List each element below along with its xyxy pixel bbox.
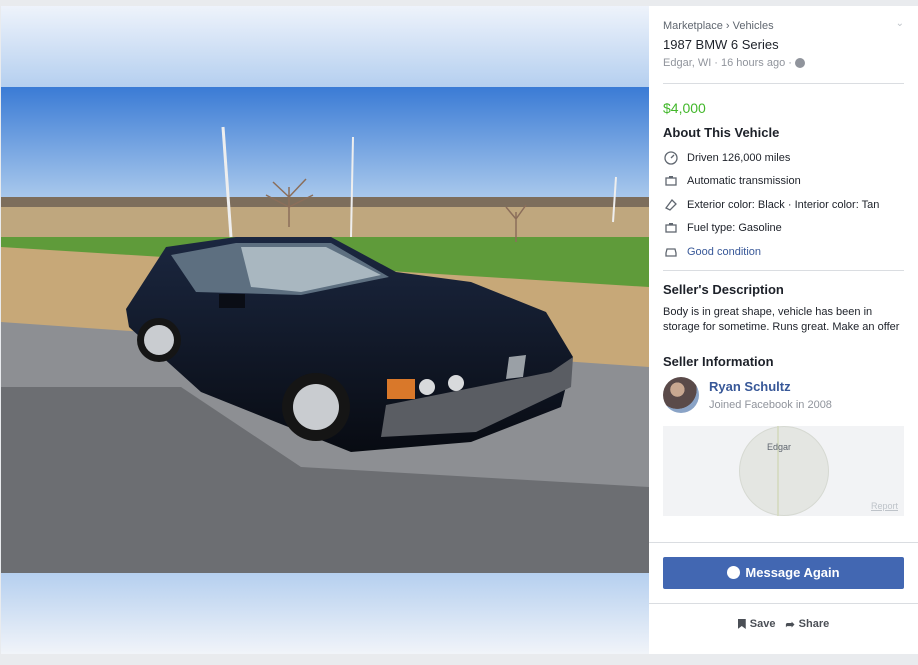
save-label: Save (749, 618, 776, 630)
map-label: Edgar (767, 441, 792, 452)
share-button[interactable]: ➦ Share (785, 618, 829, 631)
breadcrumb: Marketplace › Vehicles (663, 20, 904, 32)
photo-viewer[interactable] (1, 6, 649, 654)
attribute-condition[interactable]: Good condition (649, 240, 918, 264)
avatar[interactable] (663, 376, 699, 413)
message-button-label: Message Again (745, 565, 840, 580)
fuel-icon (663, 221, 679, 235)
vehicle-attributes: Driven 126,000 miles Automatic transmiss… (649, 146, 918, 264)
map-radius-circle (739, 425, 829, 516)
messenger-icon (727, 566, 741, 579)
map-road (777, 425, 779, 516)
engine-icon (663, 174, 679, 188)
listing-details-panel: Marketplace › Vehicles ⌄ 1987 BMW 6 Series… (649, 6, 918, 654)
bookmark-icon (737, 619, 746, 629)
attribute-transmission: Automatic transmission (649, 170, 918, 194)
breadcrumb-vehicles[interactable]: Vehicles (733, 20, 774, 32)
breadcrumb-marketplace[interactable]: Marketplace (663, 20, 723, 32)
attribute-text: Driven 126,000 miles (687, 151, 791, 164)
attribute-text: Automatic transmission (687, 175, 801, 188)
divider (649, 541, 918, 543)
listing-price: $4,000 (663, 100, 706, 116)
about-heading: About This Vehicle (663, 125, 780, 140)
description-heading: Seller's Description (663, 281, 784, 297)
dot-separator: · (714, 57, 718, 69)
message-again-button[interactable]: Message Again (663, 556, 904, 589)
divider (663, 269, 904, 271)
listing-location-time: Edgar, WI · 16 hours ago · (663, 57, 904, 69)
report-link[interactable]: Report (871, 501, 898, 511)
share-label: Share (798, 618, 830, 630)
save-button[interactable]: Save (737, 618, 776, 631)
seller-description: Body is in great shape, vehicle has been… (663, 305, 900, 333)
attribute-color: Exterior color: Black · Interior color: … (649, 193, 918, 217)
location-map[interactable]: Edgar Report (663, 425, 904, 516)
attribute-text: Fuel type: Gasoline (687, 222, 782, 235)
divider (663, 83, 904, 84)
seller-card[interactable]: Ryan Schultz Joined Facebook in 2008 (649, 376, 918, 413)
attribute-mileage: Driven 126,000 miles (649, 146, 918, 170)
breadcrumb-separator: › (725, 20, 730, 32)
globe-icon (794, 58, 805, 68)
action-bar: Save ➦ Share (649, 618, 918, 631)
vehicle-photo (1, 87, 649, 573)
seller-joined: Joined Facebook in 2008 (709, 398, 832, 411)
attribute-fuel: Fuel type: Gasoline (649, 217, 918, 241)
dot-separator: · (788, 57, 792, 69)
share-arrow-icon: ➦ (785, 618, 795, 631)
car-icon (663, 245, 679, 259)
seller-info-heading: Seller Information (663, 353, 774, 369)
listing-title: 1987 BMW 6 Series (663, 37, 779, 52)
paint-icon (663, 198, 679, 212)
attribute-text[interactable]: Good condition (687, 246, 761, 258)
seller-name[interactable]: Ryan Schultz (709, 379, 832, 394)
attribute-text: Exterior color: Black · Interior color: … (687, 198, 880, 211)
chevron-down-icon[interactable]: ⌄ (896, 18, 904, 29)
speedometer-icon (663, 151, 679, 165)
divider (649, 602, 918, 604)
posted-time: 16 hours ago (720, 57, 786, 69)
listing-header: Marketplace › Vehicles ⌄ 1987 BMW 6 Series… (649, 6, 918, 69)
location-text[interactable]: Edgar, WI (663, 57, 711, 69)
